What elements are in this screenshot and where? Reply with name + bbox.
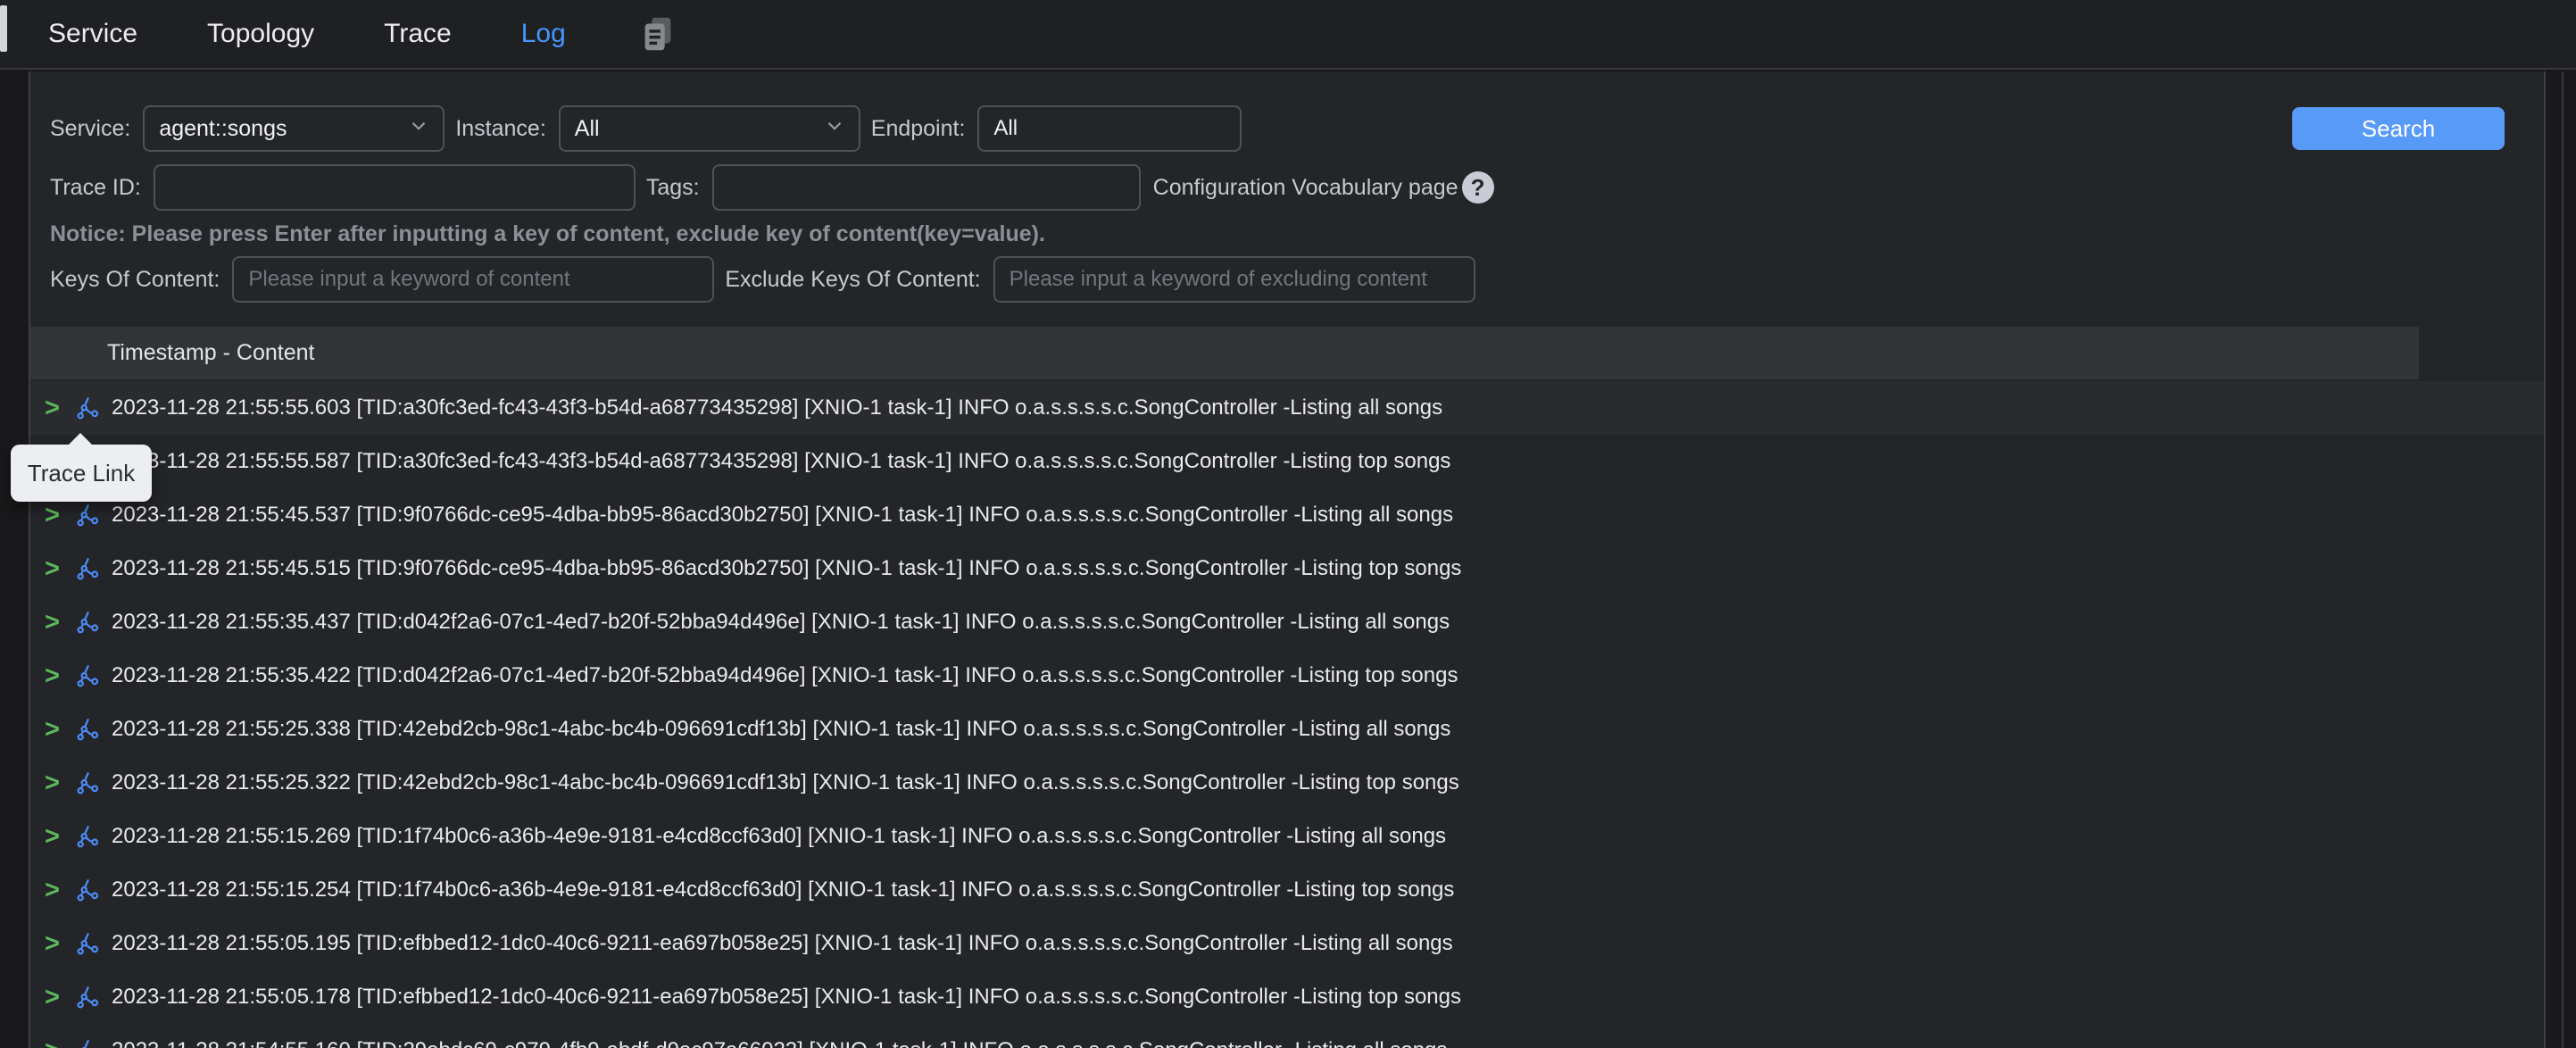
trace-link-icon[interactable] [75,878,99,902]
log-panel: Service: agent::songs Instance: All Endp… [29,71,2546,1048]
log-row[interactable]: > 2023-11-28 21:55:45.515 [TID:9f0766dc-… [30,542,2544,595]
exclude-keys-input[interactable] [993,256,1475,303]
top-nav: Service Topology Trace Log [0,0,2576,70]
trace-link-icon[interactable] [75,825,99,849]
trace-link-icon[interactable] [75,771,99,795]
tab-service[interactable]: Service [48,19,137,49]
log-row-text: 2023-11-28 21:55:05.195 [TID:efbbed12-1d… [112,931,1453,956]
log-row[interactable]: > 2023-11-28 21:55:25.338 [TID:42ebd2cb-… [30,703,2544,756]
endpoint-input[interactable] [977,105,1242,152]
filter-row-secondary: Trace ID: Tags: Configuration Vocabulary… [50,164,1494,211]
service-label: Service: [50,116,130,142]
trace-link-tooltip: Trace Link [11,445,152,502]
instance-label: Instance: [455,116,545,142]
keys-of-content-label: Keys Of Content: [50,267,220,293]
filter-row-primary: Service: agent::songs Instance: All Endp… [50,105,1242,152]
table-header: Timestamp - Content [30,327,2419,379]
configuration-vocabulary-link[interactable]: Configuration Vocabulary page [1153,175,1458,201]
tooltip-arrow [68,433,93,445]
log-row[interactable]: > 2023-11-28 21:55:25.322 [TID:42ebd2cb-… [30,756,2544,810]
trace-link-icon[interactable] [75,557,99,581]
screen-edge-artifact [0,5,7,52]
chevron-right-icon[interactable]: > [45,822,64,852]
trace-id-input[interactable] [154,164,636,211]
log-rows: > 2023-11-28 21:55:55.603 [TID:a30fc3ed-… [30,381,2544,1048]
tab-log[interactable]: Log [521,19,566,49]
chevron-right-icon[interactable]: > [45,1036,64,1048]
log-row[interactable]: > 2023-11-28 21:55:35.437 [TID:d042f2a6-… [30,595,2544,649]
trace-id-label: Trace ID: [50,175,141,201]
log-row[interactable]: > 2023-11-28 21:55:15.269 [TID:1f74b0c6-… [30,810,2544,863]
tags-input[interactable] [712,164,1141,211]
tooltip-text: Trace Link [28,460,135,487]
log-row-text: 2023-11-28 21:54:55.160 [TID:29ebdc69-c9… [112,1038,1447,1048]
scrollbar-track[interactable] [2562,71,2564,1048]
log-row[interactable]: > 2023-11-28 21:55:35.422 [TID:d042f2a6-… [30,649,2544,703]
tab-trace[interactable]: Trace [384,19,452,49]
log-row-text: 2023-11-28 21:55:35.422 [TID:d042f2a6-07… [112,663,1458,688]
question-circle-icon[interactable]: ? [1462,171,1494,204]
trace-link-icon[interactable] [75,932,99,956]
endpoint-label: Endpoint: [871,116,966,142]
log-row-text: 2023-11-28 21:55:45.537 [TID:9f0766dc-ce… [112,503,1453,528]
log-row[interactable]: > 2023-11-28 21:55:15.254 [TID:1f74b0c6-… [30,863,2544,917]
log-row-text: 2023-11-28 21:55:25.338 [TID:42ebd2cb-98… [112,717,1450,742]
instance-select-value: All [575,116,600,142]
trace-link-icon[interactable] [75,611,99,635]
log-row-text: 2023-11-28 21:55:25.322 [TID:42ebd2cb-98… [112,770,1459,795]
log-row[interactable]: > 2023-11-28 21:55:45.537 [TID:9f0766dc-… [30,488,2544,542]
log-row[interactable]: > 2023-11-28 21:55:05.195 [TID:efbbed12-… [30,917,2544,970]
search-button[interactable]: Search [2292,107,2505,150]
log-row-text: 2023-11-28 21:55:35.437 [TID:d042f2a6-07… [112,610,1450,635]
trace-link-icon[interactable] [75,396,99,420]
log-row-text: 2023-11-28 21:55:15.254 [TID:1f74b0c6-a3… [112,877,1454,902]
keys-of-content-input[interactable] [232,256,714,303]
exclude-keys-label: Exclude Keys Of Content: [725,267,980,293]
chevron-right-icon[interactable]: > [45,394,64,423]
log-row[interactable]: > 2023-11-28 21:55:55.587 [TID:a30fc3ed-… [30,435,2544,488]
trace-link-icon[interactable] [75,986,99,1010]
documents-icon[interactable] [637,13,678,54]
chevron-right-icon[interactable]: > [45,983,64,1012]
chevron-right-icon[interactable]: > [45,929,64,959]
trace-link-icon[interactable] [75,1039,99,1048]
log-row-text: 2023-11-28 21:55:15.269 [TID:1f74b0c6-a3… [112,824,1446,849]
chevron-right-icon[interactable]: > [45,501,64,530]
filter-row-keywords: Keys Of Content: Exclude Keys Of Content… [50,256,1475,303]
service-select[interactable]: agent::songs [143,105,445,152]
log-row[interactable]: > 2023-11-28 21:55:05.178 [TID:efbbed12-… [30,970,2544,1024]
log-row-text: 2023-11-28 21:55:55.587 [TID:a30fc3ed-fc… [112,449,1450,474]
chevron-right-icon[interactable]: > [45,608,64,637]
trace-link-icon[interactable] [75,503,99,528]
trace-link-icon[interactable] [75,718,99,742]
service-select-value: agent::songs [159,116,287,142]
log-row-text: 2023-11-28 21:55:45.515 [TID:9f0766dc-ce… [112,556,1461,581]
chevron-down-icon [407,114,430,144]
log-row-text: 2023-11-28 21:55:05.178 [TID:efbbed12-1d… [112,985,1461,1010]
trace-link-icon[interactable] [75,664,99,688]
chevron-right-icon[interactable]: > [45,876,64,905]
notice-text: Notice: Please press Enter after inputti… [50,221,1045,247]
tags-label: Tags: [646,175,700,201]
chevron-right-icon[interactable]: > [45,769,64,798]
log-row[interactable]: > 2023-11-28 21:55:55.603 [TID:a30fc3ed-… [30,381,2544,435]
log-row-text: 2023-11-28 21:55:55.603 [TID:a30fc3ed-fc… [112,395,1442,420]
chevron-right-icon[interactable]: > [45,661,64,691]
instance-select[interactable]: All [559,105,860,152]
chevron-right-icon[interactable]: > [45,715,64,744]
table-header-label: Timestamp - Content [30,340,314,366]
tab-topology[interactable]: Topology [207,19,314,49]
chevron-right-icon[interactable]: > [45,554,64,584]
log-row[interactable]: > 2023-11-28 21:54:55.160 [TID:29ebdc69-… [30,1024,2544,1048]
chevron-down-icon [823,114,846,144]
